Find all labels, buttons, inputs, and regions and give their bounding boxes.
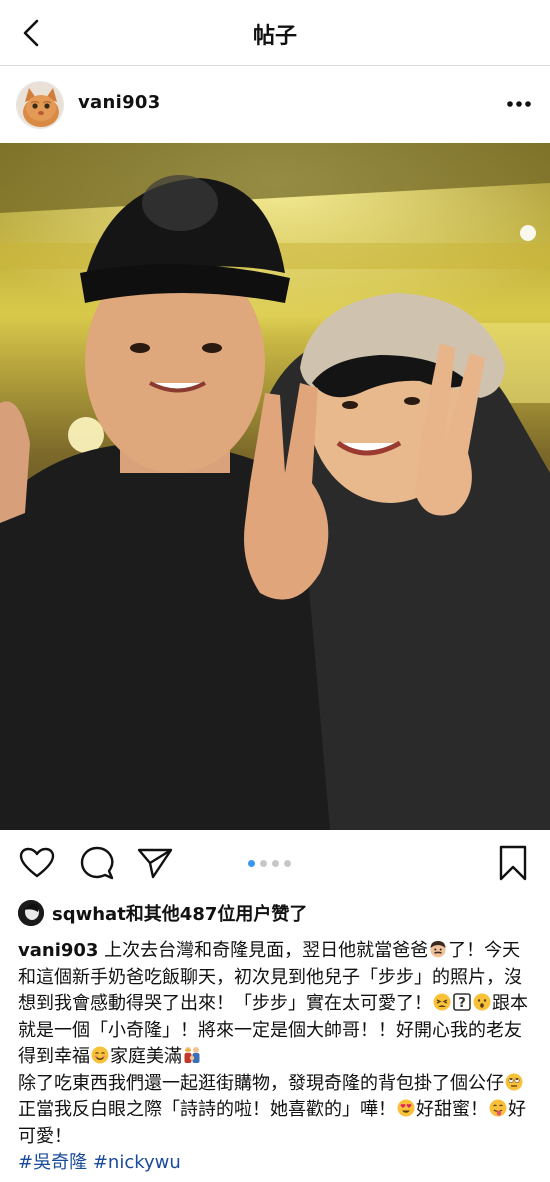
carousel-dot [260, 860, 267, 867]
tongue-face-emoji-icon [489, 1099, 507, 1117]
carousel-dot [272, 860, 279, 867]
caption-text-1a: 上次去台灣和奇隆見面，翌日他就當爸爸 [98, 940, 429, 961]
caption-text-2a: 除了吃東西我們還一起逛街購物，發現奇隆的背包掛了個公仔 [18, 1072, 504, 1094]
bookmark-icon [499, 845, 527, 881]
caption-paragraph-1: vani903 上次去台灣和奇隆見面，翌日他就當爸爸 了！今天和這個新手奶爸吃飯聊… [18, 938, 538, 1071]
svg-text:?: ? [458, 996, 466, 1011]
question-box-icon: ? [453, 993, 471, 1011]
like-button[interactable] [18, 844, 56, 882]
caption-text-2b: 正當我反白眼之際「詩詩的啦！她喜歡的」嘩！ [18, 1099, 396, 1120]
heart-icon [19, 847, 55, 878]
likes-row[interactable]: sqwhat和其他487位用户赞了 [0, 896, 550, 930]
caption-paragraph-2: 除了吃東西我們還一起逛街購物，發現奇隆的背包掛了個公仔正當我反白眼之際「詩詩的啦… [18, 1071, 538, 1151]
carousel-dot [284, 860, 291, 867]
man-face-emoji-icon [430, 941, 446, 958]
eye-roll-emoji-icon [505, 1073, 523, 1090]
more-horizontal-icon [507, 101, 531, 107]
save-button[interactable] [494, 844, 532, 882]
post-header: vani903 [0, 67, 550, 143]
hashtag-link[interactable]: #nickywu [93, 1152, 181, 1173]
post-username[interactable]: vani903 [78, 92, 161, 113]
tired-face-emoji-icon [433, 993, 451, 1011]
caption-username[interactable]: vani903 [18, 940, 98, 961]
likes-text: sqwhat和其他487位用户赞了 [52, 904, 308, 925]
liker-avatar [18, 900, 44, 926]
heart-eyes-emoji-icon [397, 1099, 415, 1117]
avatar[interactable] [16, 81, 64, 129]
smiling-face-emoji-icon [91, 1046, 109, 1064]
caption-text-2c: 好甜蜜！ [416, 1099, 488, 1120]
share-button[interactable] [136, 844, 174, 882]
selfie-photo [0, 143, 550, 830]
post-caption: vani903 上次去台灣和奇隆見面，翌日他就當爸爸 了！今天和這個新手奶爸吃飯聊… [18, 938, 538, 1177]
comment-icon [80, 846, 114, 880]
caption-text-1d: 家庭美滿 [110, 1046, 182, 1067]
send-icon [137, 848, 173, 879]
family-emoji-icon [184, 1047, 200, 1063]
caption-hashtags: #吳奇隆 #nickywu [18, 1150, 538, 1177]
more-options-button[interactable] [504, 91, 534, 117]
hashtag-link[interactable]: #吳奇隆 [18, 1152, 87, 1173]
carousel-dot [248, 860, 255, 867]
page-title: 帖子 [252, 24, 297, 49]
top-bar: 帖子 [0, 0, 550, 66]
hushed-face-emoji-icon [473, 993, 491, 1011]
comment-button[interactable] [78, 844, 116, 882]
carousel-indicator [248, 860, 291, 867]
cat-avatar-icon [17, 82, 63, 128]
post-photo[interactable] [0, 143, 550, 830]
user-avatar-icon [18, 900, 44, 926]
action-bar [0, 832, 550, 890]
